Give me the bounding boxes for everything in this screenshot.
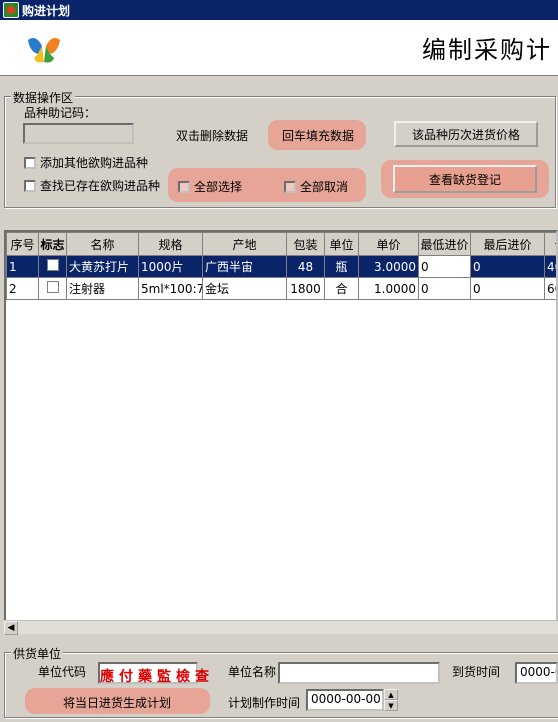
mnemonic-code-input[interactable] (23, 123, 134, 144)
purchase-table: 序号 标志 名称 规格 产地 包装 单位 单价 最低进价 最后进价 合 1 大黄… (6, 232, 556, 300)
row-checkbox[interactable] (46, 281, 59, 293)
find-existing-checkbox[interactable]: 查找已存在欲购进品种 (24, 177, 160, 194)
header-row: 序号 标志 名称 规格 产地 包装 单位 单价 最低进价 最后进价 合 (6, 232, 556, 256)
supplier-name-input[interactable] (278, 662, 440, 684)
select-all-checkbox[interactable]: 全部选择 (178, 178, 242, 195)
column-header[interactable]: 合 (544, 232, 556, 256)
spec-cell[interactable]: 1000片 (138, 255, 203, 278)
watermark-text: 應付藥監檢查 (100, 669, 214, 685)
spin-down-icon[interactable]: ▼ (384, 700, 398, 711)
last-price-cell[interactable]: 0 (470, 277, 545, 300)
supplier-name-label: 单位名称 (228, 665, 277, 679)
checkbox-box[interactable] (284, 180, 296, 193)
table-row[interactable]: 2 注射器 5ml*100:7# 金坛 1800 合 1.0000 0 0 60 (6, 277, 556, 300)
total-cell[interactable]: 60 (544, 277, 556, 300)
checkbox-label: 全部取消 (300, 180, 349, 194)
header: 编制采购计 (0, 20, 558, 76)
flag-cell[interactable] (38, 255, 67, 278)
column-header[interactable]: 单位 (324, 232, 359, 256)
plan-time-input[interactable]: 0000-00-00 (306, 689, 384, 711)
min-price-cell[interactable]: 0 (418, 277, 471, 300)
page-title: 编制采购计 (422, 36, 552, 64)
unit-cell[interactable]: 合 (324, 277, 359, 300)
purchase-grid[interactable]: 序号 标志 名称 规格 产地 包装 单位 单价 最低进价 最后进价 合 1 大黄… (4, 230, 558, 634)
name-cell[interactable]: 大黄苏打片 (66, 255, 139, 278)
row-checkbox[interactable] (46, 259, 59, 271)
shortage-button[interactable]: 查看缺货登记 (393, 165, 537, 193)
horizontal-scrollbar[interactable]: ◀ (4, 620, 558, 635)
app-icon (3, 2, 19, 18)
column-header[interactable]: 最后进价 (470, 232, 545, 256)
column-header[interactable]: 规格 (138, 232, 203, 256)
flag-cell[interactable] (38, 277, 67, 300)
window-title: 购进计划 (22, 3, 71, 18)
checkbox-box[interactable] (24, 179, 36, 192)
spec-cell[interactable]: 5ml*100:7# (138, 277, 203, 300)
column-header[interactable]: 包装 (286, 232, 325, 256)
column-header[interactable]: 产地 (202, 232, 287, 256)
dblclick-hint: 双击删除数据 (176, 129, 249, 143)
cancel-all-checkbox[interactable]: 全部取消 (284, 178, 348, 195)
min-price-cell[interactable]: 0 (418, 255, 471, 278)
price-cell[interactable]: 1.0000 (358, 277, 419, 300)
checkbox-label: 查找已存在欲购进品种 (40, 179, 161, 193)
column-header[interactable]: 名称 (66, 232, 139, 256)
pack-cell[interactable]: 48 (286, 255, 325, 278)
group-label: 供货单位 (11, 645, 64, 662)
supplier-code-label: 单位代码 (38, 665, 87, 679)
code-label: 品种助记码： (24, 106, 97, 120)
arrival-time-input[interactable]: 0000-0 (515, 662, 558, 684)
column-header[interactable]: 标志 (38, 232, 67, 256)
pack-cell[interactable]: 1800 (286, 277, 325, 300)
checkbox-box[interactable] (178, 180, 190, 193)
history-price-button[interactable]: 该品种历次进货价格 (394, 121, 538, 147)
column-header[interactable]: 单价 (358, 232, 419, 256)
plan-time-label: 计划制作时间 (228, 696, 301, 710)
checkbox-label: 全部选择 (194, 180, 243, 194)
generate-plan-button[interactable]: 将当日进货生成计划 (63, 694, 171, 711)
butterfly-logo-icon (28, 38, 60, 63)
plan-time-spinner[interactable]: ▲ ▼ (384, 689, 398, 711)
scroll-left-icon[interactable]: ◀ (4, 621, 18, 635)
last-price-cell[interactable]: 0 (470, 255, 545, 278)
arrival-time-label: 到货时间 (452, 665, 501, 679)
seq-cell[interactable]: 1 (6, 255, 39, 278)
spin-up-icon[interactable]: ▲ (384, 689, 398, 700)
add-other-checkbox[interactable]: 添加其他欲购进品种 (24, 154, 148, 171)
title-bar: 购进计划 (0, 0, 558, 20)
name-cell[interactable]: 注射器 (66, 277, 139, 300)
origin-cell[interactable]: 广西半宙 (202, 255, 287, 278)
origin-cell[interactable]: 金坛 (202, 277, 287, 300)
total-cell[interactable]: 40 (544, 255, 556, 278)
table-row[interactable]: 1 大黄苏打片 1000片 广西半宙 48 瓶 3.0000 0 0 40 (6, 255, 556, 278)
enter-fill-label[interactable]: 回车填充数据 (282, 127, 354, 144)
checkbox-label: 添加其他欲购进品种 (40, 156, 149, 170)
column-header[interactable]: 最低进价 (418, 232, 471, 256)
checkbox-box[interactable] (24, 156, 36, 169)
column-header[interactable]: 序号 (6, 232, 39, 256)
seq-cell[interactable]: 2 (6, 277, 39, 300)
price-cell[interactable]: 3.0000 (358, 255, 419, 278)
unit-cell[interactable]: 瓶 (324, 255, 359, 278)
